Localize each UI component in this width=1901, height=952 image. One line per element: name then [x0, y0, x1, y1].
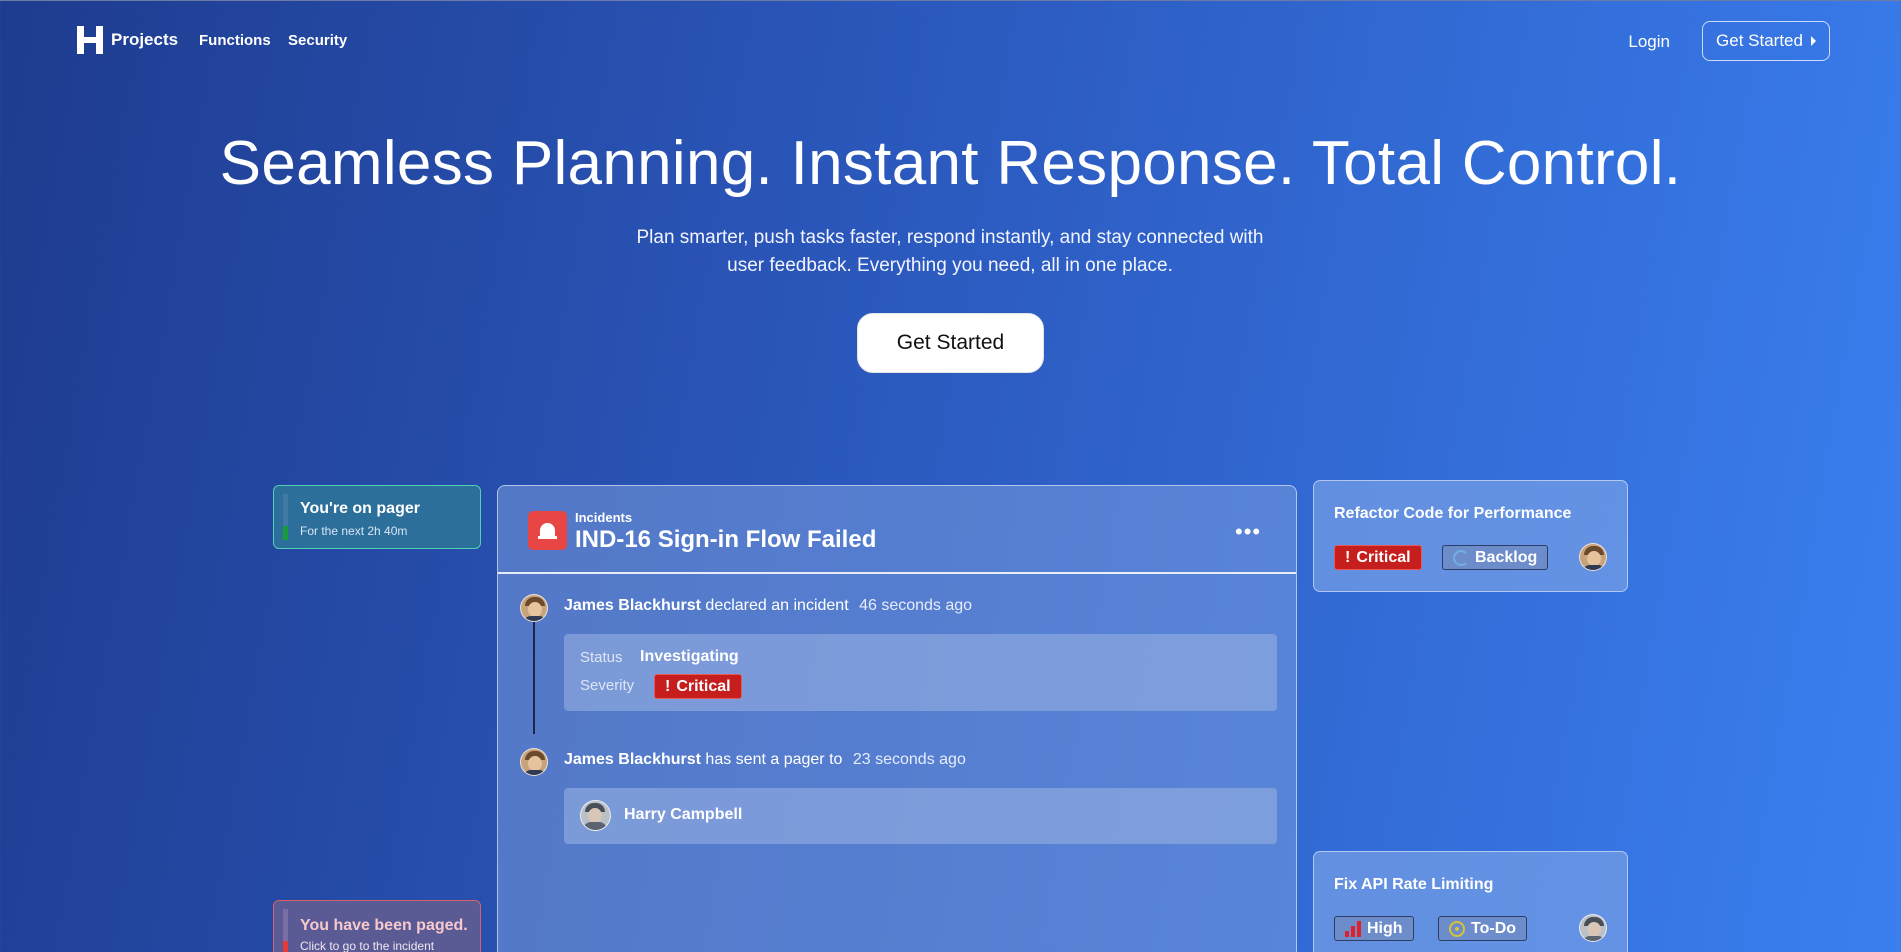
paged-notification-card[interactable]: You have been paged. Click to go to the … [273, 900, 481, 952]
severity-label: Severity [580, 677, 635, 694]
task-card[interactable]: Refactor Code for Performance ! Critical… [1313, 480, 1628, 592]
incident-header: Incidents IND-16 Sign-in Flow Failed ••• [498, 486, 1296, 574]
siren-icon [528, 511, 567, 550]
paged-user-name: Harry Campbell [624, 806, 743, 823]
nav-get-started-label: Get Started [1716, 31, 1803, 50]
paged-title: You have been paged. [300, 917, 468, 934]
incident-panel: Incidents IND-16 Sign-in Flow Failed •••… [497, 485, 1297, 952]
avatar-james-blackhurst [520, 594, 548, 622]
paged-user-box[interactable]: Harry Campbell [564, 788, 1277, 844]
caret-right-icon [1810, 36, 1816, 46]
on-pager-title: You're on pager [300, 500, 420, 517]
event-action: has sent a pager to [705, 751, 843, 768]
assignee-avatar[interactable] [1579, 914, 1607, 942]
severity-value: Critical [676, 677, 731, 695]
backlog-status-icon [1453, 549, 1469, 566]
event-actor[interactable]: James Blackhurst [564, 597, 701, 614]
logo-icon [77, 26, 103, 54]
task-card[interactable]: Fix API Rate Limiting High To-Do [1313, 851, 1628, 952]
nav-link-security[interactable]: Security [288, 32, 347, 49]
pager-progress-stripe [283, 494, 288, 540]
assignee-avatar[interactable] [1579, 543, 1607, 571]
paged-alert-stripe [283, 909, 288, 952]
status-label: Backlog [1475, 548, 1538, 566]
event-time: 46 seconds ago [859, 597, 973, 614]
todo-status-icon [1449, 920, 1465, 937]
login-link[interactable]: Login [1628, 32, 1670, 52]
hero-get-started-button[interactable]: Get Started [857, 313, 1044, 373]
paged-subtitle: Click to go to the incident [300, 939, 435, 952]
timeline-event: James Blackhurst declared an incident 46… [564, 597, 972, 615]
priority-badge[interactable]: High [1334, 916, 1414, 941]
status-label: To-Do [1471, 919, 1517, 937]
timeline-event: James Blackhurst has sent a pager to 23 … [564, 751, 966, 769]
incident-title: IND-16 Sign-in Flow Failed [575, 526, 877, 553]
priority-label: Critical [1356, 548, 1411, 566]
incident-details-box: Status Investigating Severity ! Critical [564, 634, 1277, 711]
event-action: declared an incident [705, 597, 849, 614]
timeline-connector [533, 616, 535, 734]
event-actor[interactable]: James Blackhurst [564, 751, 701, 768]
hero-title: Seamless Planning. Instant Response. Tot… [219, 129, 1682, 198]
on-pager-card[interactable]: You're on pager For the next 2h 40m [273, 485, 481, 549]
severity-badge[interactable]: ! Critical [654, 674, 742, 699]
top-nav: Projects Functions Security Login Get St… [0, 20, 1901, 62]
high-priority-bars-icon [1345, 920, 1361, 937]
brand-logo[interactable]: Projects [77, 26, 178, 54]
priority-badge[interactable]: ! Critical [1334, 545, 1422, 570]
status-label: Status [580, 649, 623, 666]
status-value: Investigating [640, 648, 739, 665]
on-pager-subtitle: For the next 2h 40m [300, 524, 408, 538]
nav-get-started-button[interactable]: Get Started [1702, 21, 1830, 61]
exclamation-icon: ! [1345, 548, 1351, 566]
event-time: 23 seconds ago [852, 751, 966, 768]
exclamation-icon: ! [665, 677, 671, 695]
avatar-harry-campbell [580, 800, 611, 831]
brand-name: Projects [111, 30, 179, 49]
nav-link-functions[interactable]: Functions [199, 32, 271, 49]
priority-label: High [1367, 919, 1403, 937]
status-badge[interactable]: Backlog [1442, 545, 1549, 570]
hero-subtitle: Plan smarter, push tasks faster, respond… [636, 227, 1264, 276]
task-title: Fix API Rate Limiting [1334, 876, 1494, 893]
avatar-james-blackhurst [520, 748, 548, 776]
status-badge[interactable]: To-Do [1438, 916, 1528, 941]
top-border [0, 0, 1901, 1]
more-options-icon[interactable]: ••• [1235, 521, 1261, 543]
task-title: Refactor Code for Performance [1334, 505, 1572, 522]
incident-kicker: Incidents [575, 510, 633, 525]
